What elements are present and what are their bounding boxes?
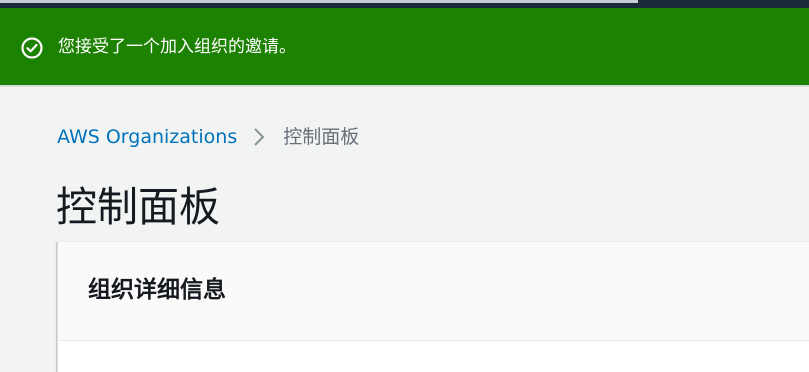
flash-divider — [0, 85, 809, 87]
check-circle-icon — [21, 37, 43, 59]
card-title: 组织详细信息 — [88, 277, 226, 303]
breadcrumb-link-organizations[interactable]: AWS Organizations — [57, 123, 237, 151]
breadcrumb: AWS Organizations 控制面板 — [57, 123, 359, 151]
organization-details-card: 组织详细信息 — [57, 241, 809, 372]
chevron-right-icon — [254, 128, 265, 146]
browser-tab-edge — [0, 0, 638, 3]
success-flash-banner: 您接受了一个加入组织的邀请。 — [0, 8, 809, 85]
card-header: 组织详细信息 — [58, 242, 809, 341]
browser-top-strip — [0, 0, 809, 8]
flash-message: 您接受了一个加入组织的邀请。 — [58, 37, 296, 57]
page-title: 控制面板 — [56, 183, 220, 231]
breadcrumb-current-dashboard: 控制面板 — [283, 126, 360, 148]
